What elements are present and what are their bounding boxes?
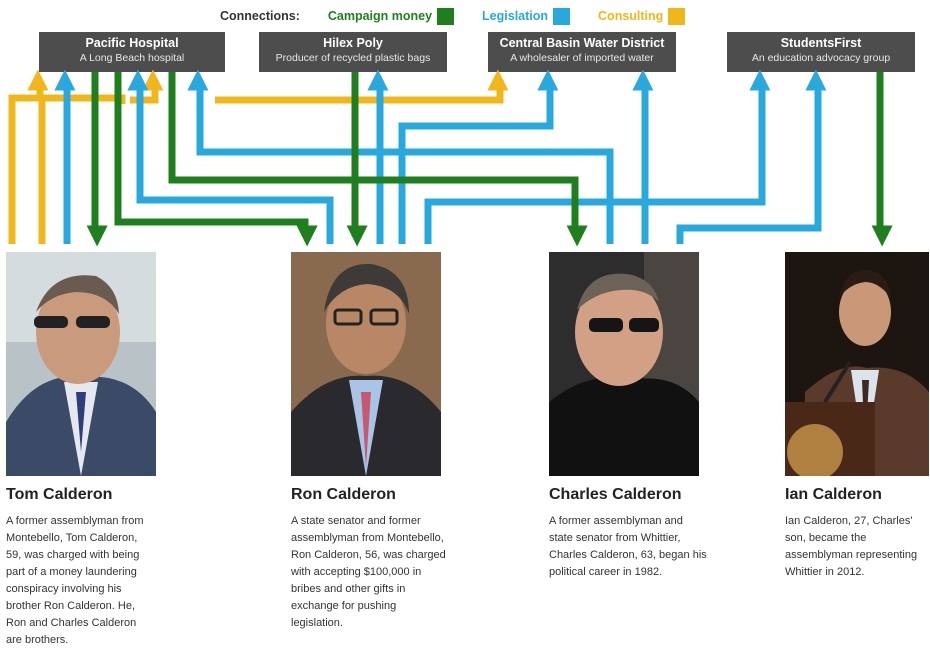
person-name-tom-calderon: Tom Calderon bbox=[6, 486, 113, 503]
person-bio-tom-calderon: A former assemblyman from Montebello, To… bbox=[6, 515, 144, 646]
person-name-ron-calderon: Ron Calderon bbox=[291, 486, 396, 503]
charles-calderon-photo bbox=[549, 252, 699, 476]
person-name-ian-calderon: Ian Calderon bbox=[785, 486, 882, 503]
ian-calderon-photo bbox=[785, 252, 929, 476]
tom-calderon-photo bbox=[6, 252, 156, 476]
legislation-flow-charles-to-studentsfirst bbox=[424, 69, 771, 244]
consulting-flow-tom-to-pacific-hospital bbox=[8, 69, 49, 244]
legislation-flow-ron-to-central-basin bbox=[398, 69, 559, 244]
person-bio-charles-calderon: A former assemblyman and state senator f… bbox=[549, 515, 707, 578]
person-name-charles-calderon: Charles Calderon bbox=[549, 486, 682, 503]
connection-flows bbox=[8, 0, 893, 247]
person-bio-ron-calderon: A state senator and former assemblyman f… bbox=[291, 515, 446, 629]
person-bio-ian-calderon: Ian Calderon, 27, Charles' son, became t… bbox=[785, 515, 918, 578]
ron-calderon-photo bbox=[291, 252, 441, 476]
legislation-flow-ian-to-studentsfirst bbox=[676, 69, 827, 244]
